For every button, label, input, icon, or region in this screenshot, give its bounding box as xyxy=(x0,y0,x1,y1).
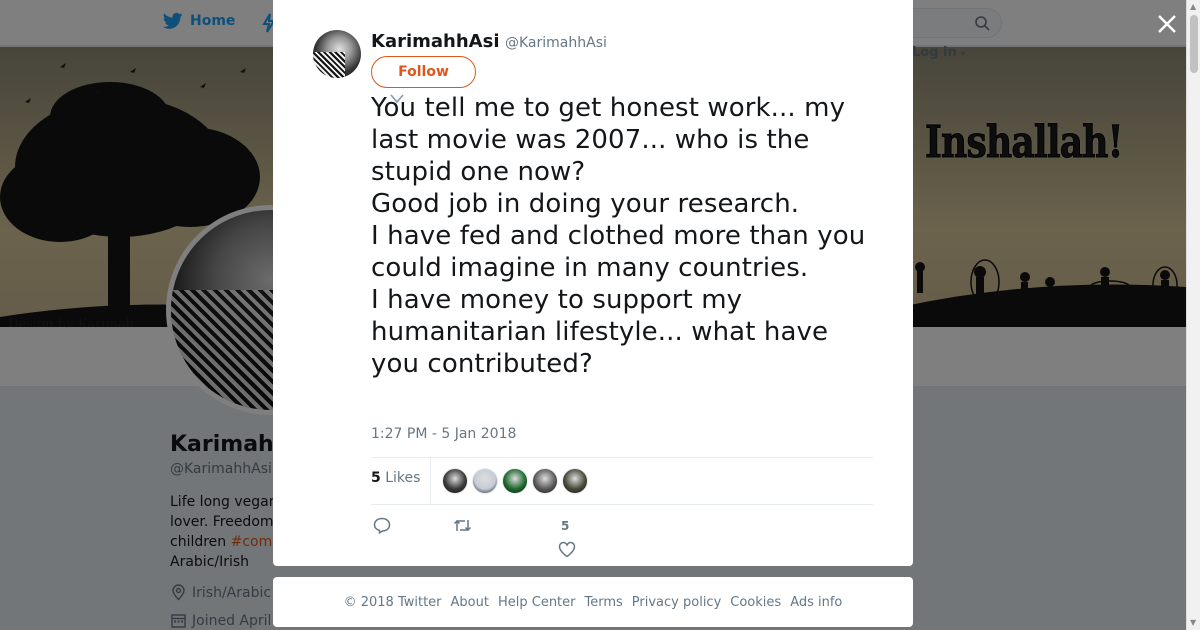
like-action-count: 5 xyxy=(561,519,570,533)
close-icon[interactable] xyxy=(1153,10,1181,38)
liker-avatar[interactable] xyxy=(502,468,528,494)
chevron-down-icon[interactable] xyxy=(390,94,404,104)
keffiyeh-pattern xyxy=(313,52,345,78)
likers-avatars xyxy=(442,468,588,494)
footer-copyright: © 2018 Twitter xyxy=(343,594,442,610)
tweet-text-line: You tell me to get honest work... my las… xyxy=(371,93,846,187)
liker-avatar[interactable] xyxy=(562,468,588,494)
scroll-up-arrow[interactable]: ▲ xyxy=(1190,2,1196,11)
liker-avatar[interactable] xyxy=(472,468,498,494)
tweet-text-line: I have fed and clothed more than you cou… xyxy=(371,221,866,283)
tweet-author-handle[interactable]: @KarimahhAsi xyxy=(505,35,607,51)
footer-link-about[interactable]: About xyxy=(451,595,489,610)
tweet-author-avatar[interactable] xyxy=(313,30,361,78)
scroll-down-arrow[interactable]: ▼ xyxy=(1190,618,1196,627)
tweet-text-line: Good job in doing your research. xyxy=(371,189,800,219)
page-scrollbar[interactable]: ▲ ▼ xyxy=(1186,0,1200,630)
footer-link-ads-info[interactable]: Ads info xyxy=(790,595,842,610)
divider xyxy=(371,504,873,505)
footer-link-cookies[interactable]: Cookies xyxy=(730,595,781,610)
footer-link-privacy[interactable]: Privacy policy xyxy=(632,595,721,610)
footer-link-help-center[interactable]: Help Center xyxy=(498,595,576,610)
reply-icon[interactable] xyxy=(373,517,391,534)
follow-button[interactable]: Follow xyxy=(371,56,476,88)
likes-stat[interactable]: 5 Likes xyxy=(371,470,420,486)
likes-label: Likes xyxy=(385,470,421,486)
tweet-timestamp[interactable]: 1:27 PM - 5 Jan 2018 xyxy=(371,426,516,442)
tweet-text: You tell me to get honest work... my las… xyxy=(371,92,881,380)
heart-icon[interactable] xyxy=(558,541,576,558)
tweet-author-name[interactable]: KarimahhAsi xyxy=(371,31,500,52)
divider xyxy=(371,457,873,458)
likes-count: 5 xyxy=(371,470,381,486)
liker-avatar[interactable] xyxy=(442,468,468,494)
tweet-modal: KarimahhAsi @KarimahhAsi Follow You tell… xyxy=(273,0,913,566)
divider xyxy=(430,458,431,504)
scrollbar-thumb[interactable] xyxy=(1190,15,1198,73)
retweet-icon[interactable] xyxy=(453,517,472,534)
liker-avatar[interactable] xyxy=(532,468,558,494)
tweet-text-line: I have money to support my humanitarian … xyxy=(371,285,829,379)
footer-link-terms[interactable]: Terms xyxy=(585,595,623,610)
footer: © 2018 Twitter About Help Center Terms P… xyxy=(273,577,913,627)
